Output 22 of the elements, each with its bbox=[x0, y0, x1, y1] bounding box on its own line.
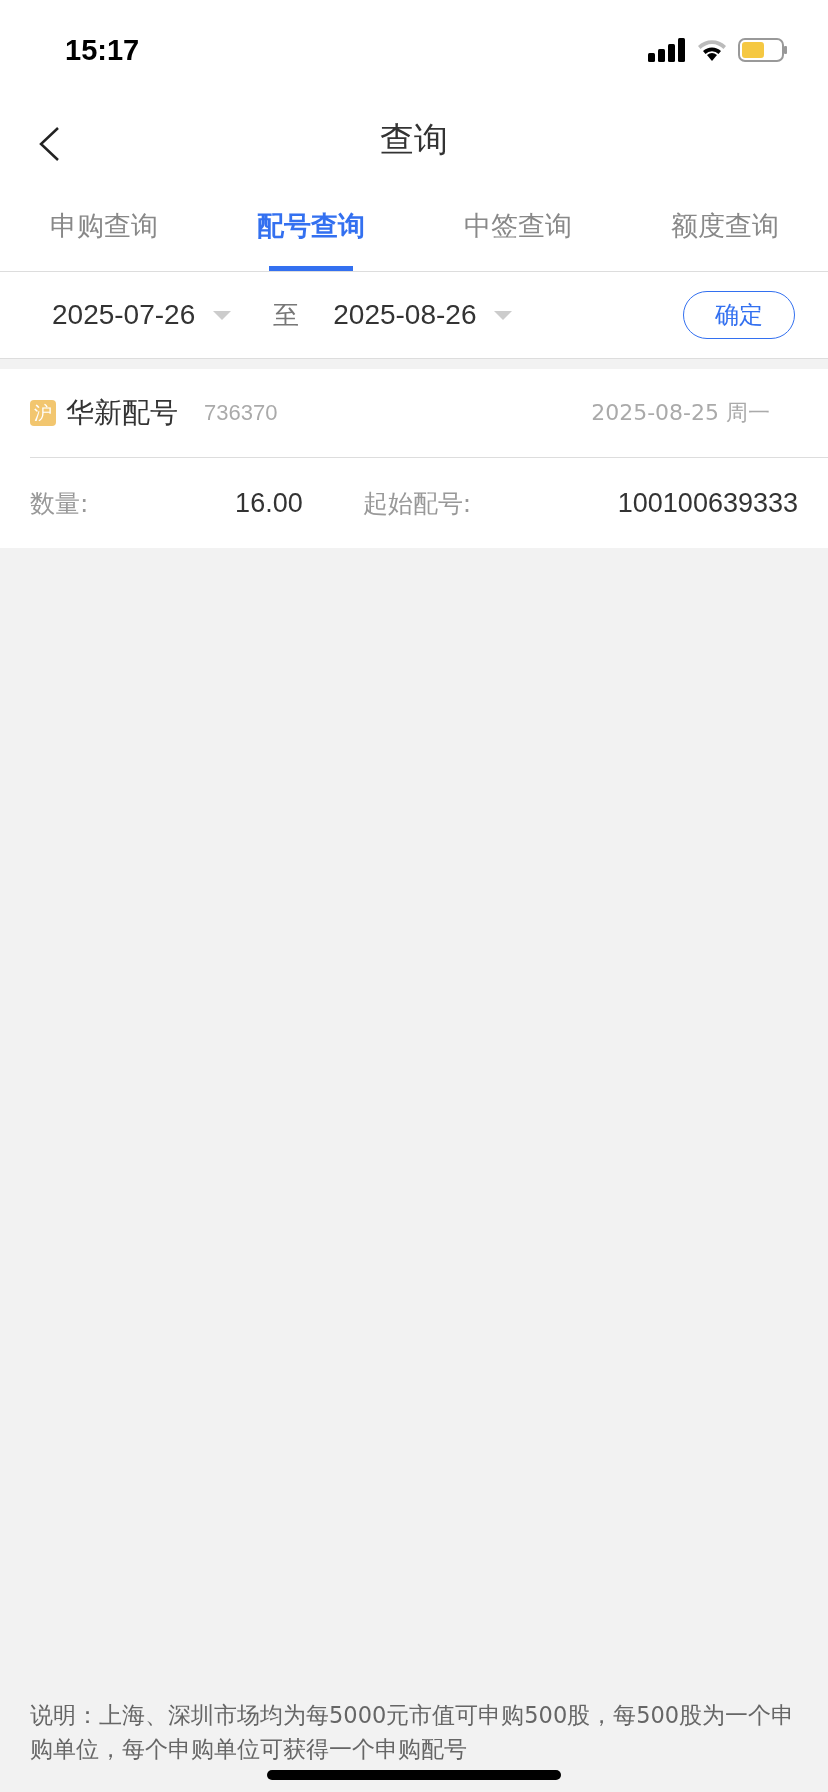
note-text: 说明：上海、深圳市场均为每5000元市值可申购500股，每500股为一个申购单位，每个申购单位可获得一个申购配号 bbox=[30, 1701, 796, 1764]
tab[interactable]: 中签查询 bbox=[414, 180, 621, 271]
stock-code: 736370 bbox=[204, 400, 278, 426]
signal-icon bbox=[648, 38, 686, 62]
end-date-picker[interactable]: 2025-08-26 bbox=[333, 299, 513, 331]
tab[interactable]: 配号查询 bbox=[207, 180, 414, 271]
start-number-value: 100100639333 bbox=[617, 487, 798, 519]
tab[interactable]: 申购查询 bbox=[0, 180, 207, 271]
start-number-label: 起始配号: bbox=[362, 487, 472, 520]
quantity-label: 数量: bbox=[30, 487, 89, 520]
page-title: 查询 bbox=[380, 118, 448, 161]
quantity-value: 16.00 bbox=[235, 487, 303, 519]
start-date-picker[interactable]: 2025-07-26 bbox=[52, 299, 232, 331]
battery-icon bbox=[738, 38, 788, 62]
date-separator: 至 bbox=[273, 298, 300, 332]
confirm-button[interactable]: 确定 bbox=[683, 291, 795, 339]
stock-name: 华新配号 bbox=[66, 395, 178, 431]
tab[interactable]: 额度查询 bbox=[621, 180, 828, 271]
wifi-icon bbox=[696, 38, 728, 62]
status-time: 15:17 bbox=[65, 33, 140, 67]
record-date: 2025-08-25 周一 bbox=[591, 399, 770, 427]
market-badge: 沪 bbox=[30, 400, 56, 426]
